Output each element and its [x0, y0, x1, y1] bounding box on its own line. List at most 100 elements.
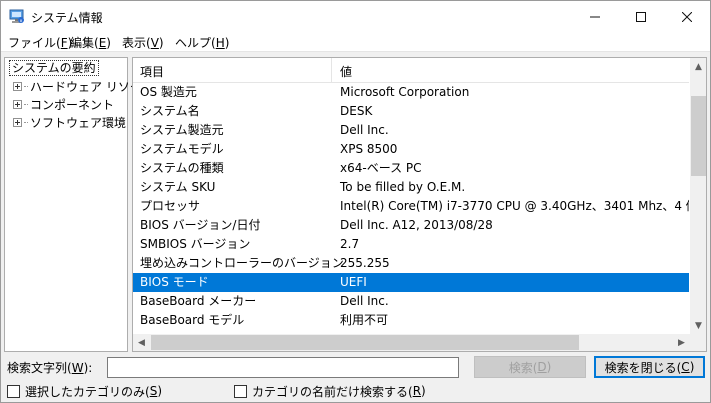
table-row[interactable]: システム製造元 Dell Inc. — [133, 121, 689, 140]
menu-edit-label: 編集( — [70, 36, 99, 50]
column-divider[interactable] — [331, 58, 332, 83]
table-row[interactable]: プロセッサ Intel(R) Core(TM) i7-3770 CPU @ 3.4… — [133, 197, 689, 216]
vertical-scrollbar[interactable]: ▲ ▼ — [690, 58, 706, 334]
checkbox-suffix: ) — [421, 384, 426, 398]
row-item: BIOS バージョン/日付 — [140, 218, 261, 232]
system-information-window: システム情報 ファイル(F) 編集(E) 表示(V) ヘルプ(H) システムの要… — [0, 0, 711, 403]
menu-edit[interactable]: 編集(E) — [70, 34, 111, 51]
table-row[interactable]: SMBIOS バージョン 2.7 — [133, 235, 689, 254]
close-search-button-label: 検索を閉じる( — [604, 360, 682, 375]
row-value: 利用不可 — [340, 313, 389, 327]
search-label: 検索文字列(W): — [7, 359, 92, 376]
checkbox-label: 選択したカテゴリのみ( — [25, 384, 150, 399]
row-value: Dell Inc. — [340, 123, 389, 137]
scroll-right-arrow-icon[interactable]: ▶ — [673, 334, 690, 351]
table-row[interactable]: OS 製造元 Microsoft Corporation — [133, 83, 689, 102]
row-value: UEFI — [340, 275, 367, 289]
tree-connector — [24, 85, 28, 87]
row-value: XPS 8500 — [340, 142, 398, 156]
row-item: プロセッサ — [140, 199, 201, 213]
search-button-accelerator: D — [537, 360, 547, 374]
table-row[interactable]: BaseBoard メーカー Dell Inc. — [133, 292, 689, 311]
row-item: BaseBoard メーカー — [140, 294, 257, 308]
table-row[interactable]: システム SKU To be filled by O.E.M. — [133, 178, 689, 197]
category-tree[interactable]: システムの要約 ハードウェア リソース コンポーネント ソフトウェア環境 — [4, 57, 153, 352]
row-value: To be filled by O.E.M. — [340, 180, 466, 194]
search-button-suffix: ) — [546, 360, 552, 374]
table-row[interactable]: 埋め込みコントローラーのバージョン 255.255 — [133, 254, 689, 273]
search-button-label: 検索( — [508, 360, 538, 375]
table-row-selected[interactable]: BIOS モード UEFI — [133, 273, 689, 292]
minimize-button[interactable] — [572, 1, 618, 32]
category-names-only-checkbox[interactable]: カテゴリの名前だけ検索する(R) — [234, 383, 426, 399]
row-item: 埋め込みコントローラーのバージョン — [140, 256, 344, 270]
close-search-button[interactable]: 検索を閉じる(C) — [594, 356, 705, 378]
tree-item-components[interactable]: コンポーネント — [13, 96, 114, 112]
minimize-icon — [590, 16, 600, 17]
row-value: Microsoft Corporation — [340, 85, 470, 99]
table-row[interactable]: BaseBoard モデル 利用不可 — [133, 311, 689, 330]
row-item: システム SKU — [140, 180, 216, 194]
checkbox-box[interactable] — [7, 384, 20, 398]
scroll-left-arrow-icon[interactable]: ◀ — [133, 334, 150, 351]
horizontal-scroll-thumb[interactable] — [151, 335, 579, 350]
tree-connector — [24, 103, 28, 105]
menu-view-label: 表示( — [122, 36, 151, 50]
row-item: BaseBoard モデル — [140, 313, 245, 327]
checkbox-accelerator: S — [149, 384, 158, 398]
tree-item-label: コンポーネント — [30, 97, 115, 112]
row-item: システム名 — [140, 104, 200, 118]
tree-item-label: ソフトウェア環境 — [30, 115, 127, 130]
scroll-down-arrow-icon[interactable]: ▼ — [690, 317, 706, 334]
checkbox-label: カテゴリの名前だけ検索する( — [252, 384, 413, 399]
column-header-value[interactable]: 値 — [340, 63, 352, 80]
close-search-button-suffix: ) — [689, 360, 695, 374]
tree-item-software-environment[interactable]: ソフトウェア環境 — [13, 114, 126, 130]
list-rows: OS 製造元 Microsoft Corporation システム名 DESK シス… — [133, 83, 689, 330]
menu-file-label: ファイル( — [8, 36, 61, 50]
close-button[interactable] — [664, 1, 710, 32]
row-item: システムモデル — [140, 142, 224, 156]
row-value: DESK — [340, 104, 373, 118]
column-header-item[interactable]: 項目 — [140, 63, 164, 80]
close-search-button-accelerator: C — [681, 360, 690, 374]
table-row[interactable]: システム名 DESK — [133, 102, 689, 121]
menu-view-suffix: ) — [158, 36, 164, 50]
search-input[interactable] — [107, 357, 459, 378]
checkbox-accelerator: R — [412, 384, 422, 398]
vertical-scroll-thumb[interactable] — [691, 96, 706, 176]
maximize-button[interactable] — [618, 1, 664, 32]
menu-help-suffix: ) — [224, 36, 230, 50]
search-label-accelerator: W — [71, 361, 84, 375]
close-icon — [682, 11, 692, 22]
window-title: システム情報 — [31, 11, 103, 25]
menu-view[interactable]: 表示(V) — [122, 34, 164, 51]
selected-category-only-checkbox[interactable]: 選択したカテゴリのみ(S) — [7, 383, 162, 399]
search-label-text: 検索文字列( — [7, 361, 72, 375]
search-label-suffix: ): — [83, 361, 93, 375]
tree-item-system-summary[interactable]: システムの要約 — [9, 60, 99, 76]
expand-icon[interactable] — [13, 81, 22, 91]
scroll-up-arrow-icon[interactable]: ▲ — [690, 58, 706, 75]
scrollbar-corner — [690, 334, 706, 351]
table-row[interactable]: システムモデル XPS 8500 — [133, 140, 689, 159]
expand-icon[interactable] — [13, 117, 22, 127]
row-value: Intel(R) Core(TM) i7-3770 CPU @ 3.40GHz、… — [340, 199, 689, 213]
maximize-icon — [636, 11, 646, 22]
details-list[interactable]: 項目 値 OS 製造元 Microsoft Corporation システム名 DE… — [132, 57, 707, 352]
title-bar: システム情報 — [1, 1, 710, 32]
menu-help-label: ヘルプ( — [175, 36, 216, 50]
horizontal-scrollbar[interactable]: ◀ ▶ — [133, 334, 690, 351]
table-row[interactable]: システムの種類 x64-ベース PC — [133, 159, 689, 178]
row-item: システム製造元 — [140, 123, 224, 137]
system-information-app-icon — [9, 9, 24, 23]
menu-help[interactable]: ヘルプ(H) — [175, 34, 229, 51]
table-row[interactable]: BIOS バージョン/日付 Dell Inc. A12, 2013/08/28 — [133, 216, 689, 235]
expand-icon[interactable] — [13, 99, 22, 109]
menu-help-accelerator: H — [215, 36, 225, 50]
row-value: 255.255 — [340, 256, 390, 270]
menu-view-accelerator: V — [150, 36, 159, 50]
search-button[interactable]: 検索(D) — [474, 356, 586, 378]
menu-file[interactable]: ファイル(F) — [8, 34, 72, 51]
checkbox-box[interactable] — [234, 384, 247, 398]
